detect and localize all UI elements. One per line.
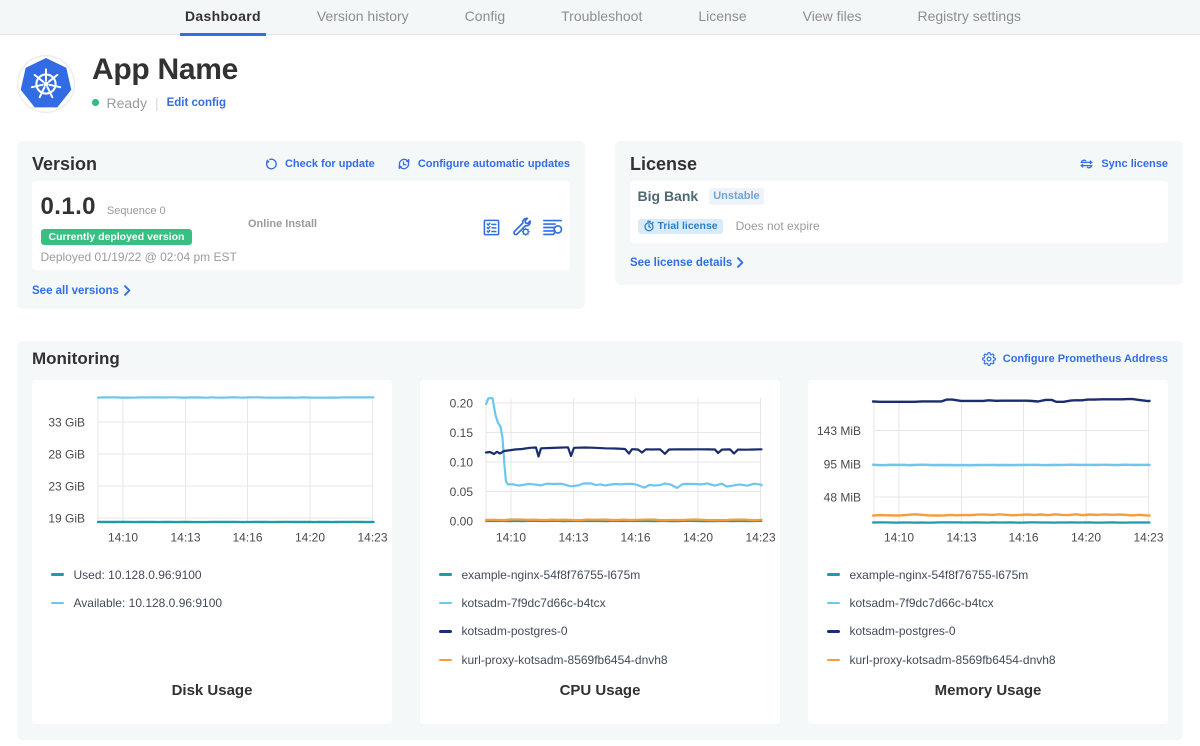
svg-text:14:16: 14:16 — [620, 531, 650, 545]
svg-text:95 MiB: 95 MiB — [824, 458, 861, 472]
svg-text:0.20: 0.20 — [450, 397, 474, 411]
svg-text:14:20: 14:20 — [683, 531, 713, 545]
svg-text:14:16: 14:16 — [232, 531, 262, 545]
svg-text:14:10: 14:10 — [108, 531, 138, 545]
svg-text:14:13: 14:13 — [558, 531, 588, 545]
svg-text:0.10: 0.10 — [450, 456, 474, 470]
svg-text:14:23: 14:23 — [357, 531, 387, 545]
svg-text:0.05: 0.05 — [450, 485, 474, 499]
svg-text:14:10: 14:10 — [884, 531, 914, 545]
svg-text:14:23: 14:23 — [745, 531, 775, 545]
svg-text:14:20: 14:20 — [1071, 531, 1101, 545]
svg-text:19 GiB: 19 GiB — [48, 512, 85, 526]
svg-text:14:20: 14:20 — [295, 531, 325, 545]
svg-text:0.15: 0.15 — [450, 426, 474, 440]
svg-text:14:23: 14:23 — [1133, 531, 1163, 545]
svg-text:14:13: 14:13 — [170, 531, 200, 545]
svg-text:23 GiB: 23 GiB — [48, 480, 85, 494]
svg-text:0.00: 0.00 — [450, 515, 474, 529]
svg-text:14:16: 14:16 — [1008, 531, 1038, 545]
svg-text:33 GiB: 33 GiB — [48, 416, 85, 430]
svg-text:143 MiB: 143 MiB — [817, 424, 861, 438]
svg-text:48 MiB: 48 MiB — [824, 491, 861, 505]
svg-text:14:10: 14:10 — [496, 531, 526, 545]
svg-text:28 GiB: 28 GiB — [48, 448, 85, 462]
svg-text:14:13: 14:13 — [946, 531, 976, 545]
